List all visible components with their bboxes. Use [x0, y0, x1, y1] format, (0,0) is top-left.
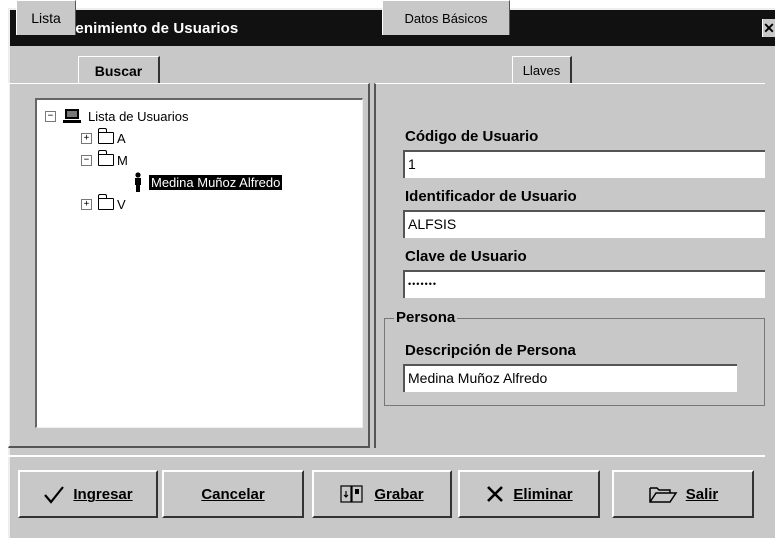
persona-groupbox	[384, 318, 765, 406]
eliminar-label: Eliminar	[513, 485, 573, 503]
eliminar-button[interactable]: Eliminar	[458, 470, 600, 518]
codigo-field[interactable]: 1	[403, 150, 765, 178]
collapse-icon[interactable]: −	[81, 154, 92, 166]
folder-icon	[98, 128, 114, 144]
open-folder-icon	[648, 484, 678, 504]
save-disk-icon	[340, 483, 366, 505]
computer-icon	[62, 108, 82, 124]
descripcion-field[interactable]: Medina Muñoz Alfredo	[403, 364, 737, 392]
ingresar-button[interactable]: Ingresar	[18, 470, 158, 518]
grabar-button[interactable]: Grabar	[312, 470, 452, 518]
tree-user-node[interactable]: Medina Muñoz Alfredo	[133, 172, 283, 192]
persona-group-title: Persona	[394, 309, 458, 326]
tab-lista-label: Lista	[31, 10, 61, 26]
salir-label: Salir	[685, 485, 719, 503]
close-button[interactable]: ✕	[762, 19, 775, 37]
identificador-label: Identificador de Usuario	[405, 188, 577, 205]
tab-llaves-label: Llaves	[522, 63, 561, 78]
clave-label: Clave de Usuario	[405, 248, 527, 265]
identificador-field[interactable]: ALFSIS	[403, 210, 765, 238]
list-panel: − Lista de Usuarios + A − M Medina Muñoz…	[8, 83, 370, 448]
delete-x-icon	[485, 484, 505, 504]
cancelar-label: Cancelar	[201, 485, 265, 503]
tab-llaves[interactable]: Llaves	[512, 56, 572, 84]
descripcion-label: Descripción de Persona	[405, 342, 576, 359]
tab-buscar[interactable]: Buscar	[78, 56, 160, 84]
expand-icon[interactable]: +	[81, 198, 92, 210]
salir-button[interactable]: Salir	[612, 470, 754, 518]
cancelar-button[interactable]: Cancelar	[162, 470, 304, 518]
users-tree[interactable]: − Lista de Usuarios + A − M Medina Muñoz…	[35, 98, 363, 428]
folder-icon	[98, 194, 114, 210]
folder-icon	[98, 150, 114, 166]
tree-folder-a[interactable]: + A	[81, 128, 126, 148]
ingresar-label: Ingresar	[73, 485, 133, 503]
tab-lista[interactable]: Lista	[16, 0, 76, 35]
selected-user-label: Medina Muñoz Alfredo	[149, 174, 283, 190]
tree-root-label: Lista de Usuarios	[88, 108, 189, 124]
codigo-label: Código de Usuario	[405, 128, 539, 145]
folder-label: M	[117, 152, 128, 168]
folder-label: V	[117, 196, 126, 212]
tab-buscar-label: Buscar	[94, 62, 143, 79]
grabar-label: Grabar	[374, 485, 424, 503]
folder-label: A	[117, 130, 126, 146]
collapse-icon[interactable]: −	[45, 110, 56, 122]
clave-field[interactable]: •••••••	[403, 270, 765, 298]
person-icon	[133, 172, 143, 192]
tree-folder-v[interactable]: + V	[81, 194, 126, 214]
expand-icon[interactable]: +	[81, 132, 92, 144]
tab-datos-basicos-label: Datos Básicos	[404, 10, 488, 26]
tree-folder-m[interactable]: − M	[81, 150, 128, 170]
checkmark-icon	[43, 484, 65, 504]
tab-datos-basicos[interactable]: Datos Básicos	[382, 0, 510, 35]
tree-root[interactable]: − Lista de Usuarios	[45, 106, 188, 126]
